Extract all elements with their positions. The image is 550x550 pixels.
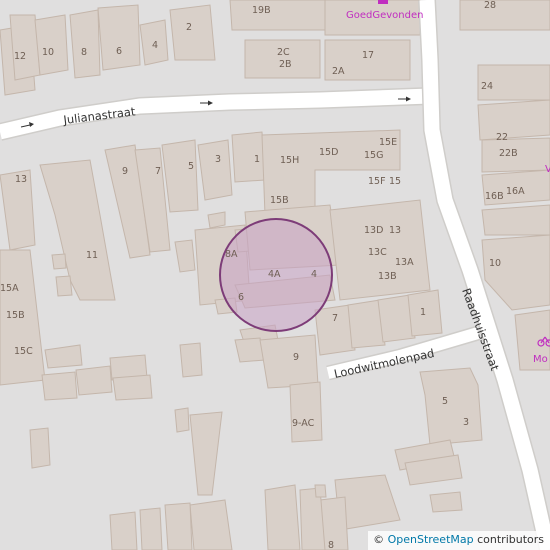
house-number: 2A (332, 66, 345, 77)
building (109, 511, 138, 550)
attribution-prefix: © (373, 533, 388, 546)
house-number: 16B (485, 191, 504, 202)
building (197, 139, 233, 201)
shop-icon (378, 0, 388, 4)
house-number: 15H (280, 155, 299, 166)
house-number: 4A (268, 269, 281, 280)
attribution-suffix: contributors (473, 533, 544, 546)
house-number: 15E (379, 137, 397, 148)
house-number: 3 (215, 154, 221, 165)
house-number: 4 (311, 269, 317, 280)
building (169, 4, 216, 61)
house-number: 5 (442, 396, 448, 407)
house-number: 3 (463, 417, 469, 428)
building (459, 0, 550, 31)
house-number: 1 (254, 154, 260, 165)
house-number: 2 (186, 22, 192, 33)
map-canvas[interactable]: Julianastraat Raadhuisstraat Loodwitmole… (0, 0, 550, 550)
building (419, 367, 483, 446)
poi-label-partial: V (545, 164, 550, 175)
house-number: 11 (86, 250, 98, 261)
house-number: 12 (14, 51, 26, 62)
house-number: 5 (188, 161, 194, 172)
poi-label-goedgevonden: GoedGevonden (346, 10, 423, 21)
building (112, 374, 153, 401)
house-number: 22B (499, 148, 518, 159)
house-number: 15G (364, 150, 383, 161)
building (34, 14, 69, 76)
house-number: 7 (155, 166, 161, 177)
house-number: 22 (496, 132, 508, 143)
building (75, 365, 113, 396)
map-attribution: © OpenStreetMap contributors (368, 531, 550, 550)
poi-label-partial: Mo (533, 354, 548, 365)
house-number: 6 (116, 46, 122, 57)
house-number: 13B (378, 271, 397, 282)
house-number: 15A (0, 283, 19, 294)
house-number: 15 (389, 176, 401, 187)
building (207, 211, 226, 229)
house-number: 13 (15, 174, 27, 185)
house-number: 17 (362, 50, 374, 61)
building (481, 234, 550, 311)
building (51, 253, 67, 270)
building (429, 491, 463, 513)
house-number: 16A (506, 186, 525, 197)
building (39, 159, 116, 301)
house-number: 7 (332, 313, 338, 324)
house-number: 13C (368, 247, 387, 258)
house-number: 8A (225, 249, 238, 260)
building (139, 507, 163, 550)
building (69, 9, 101, 79)
house-number: 15B (6, 310, 25, 321)
building (161, 139, 199, 213)
house-number: 1 (420, 307, 426, 318)
building (189, 499, 233, 550)
building (314, 484, 327, 498)
house-number: 24 (481, 81, 493, 92)
building (231, 131, 266, 183)
house-number: 15B (270, 195, 289, 206)
house-number: 28 (484, 0, 496, 11)
building (477, 99, 550, 141)
building (289, 381, 323, 443)
building (55, 275, 73, 297)
house-number: 9 (122, 166, 128, 177)
house-number: 9-AC (292, 418, 315, 429)
house-number: 2B (279, 59, 292, 70)
house-number: 19B (252, 5, 271, 16)
house-number: 6 (238, 292, 244, 303)
building (41, 371, 78, 401)
building (97, 4, 141, 71)
house-number: 10 (489, 258, 501, 269)
building (29, 427, 51, 469)
house-number: 13A (395, 257, 414, 268)
house-number: 15D (319, 147, 338, 158)
openstreetmap-link[interactable]: OpenStreetMap (388, 533, 474, 546)
building (179, 342, 203, 378)
building (164, 502, 193, 550)
house-number: 10 (42, 47, 54, 58)
building (189, 411, 223, 496)
building (174, 407, 190, 433)
house-number: 13 (389, 225, 401, 236)
building (229, 0, 331, 31)
house-number: 15F (368, 176, 386, 187)
building (44, 344, 83, 369)
house-number: 8 (81, 47, 87, 58)
house-number: 9 (293, 352, 299, 363)
building (259, 334, 319, 389)
building (174, 239, 196, 273)
building (264, 484, 301, 550)
house-number: 13D (364, 225, 383, 236)
building (481, 204, 550, 236)
house-number: 2C (277, 47, 290, 58)
house-number: 8 (328, 540, 334, 550)
house-number: 4 (152, 40, 158, 51)
house-number: 15C (14, 346, 33, 357)
